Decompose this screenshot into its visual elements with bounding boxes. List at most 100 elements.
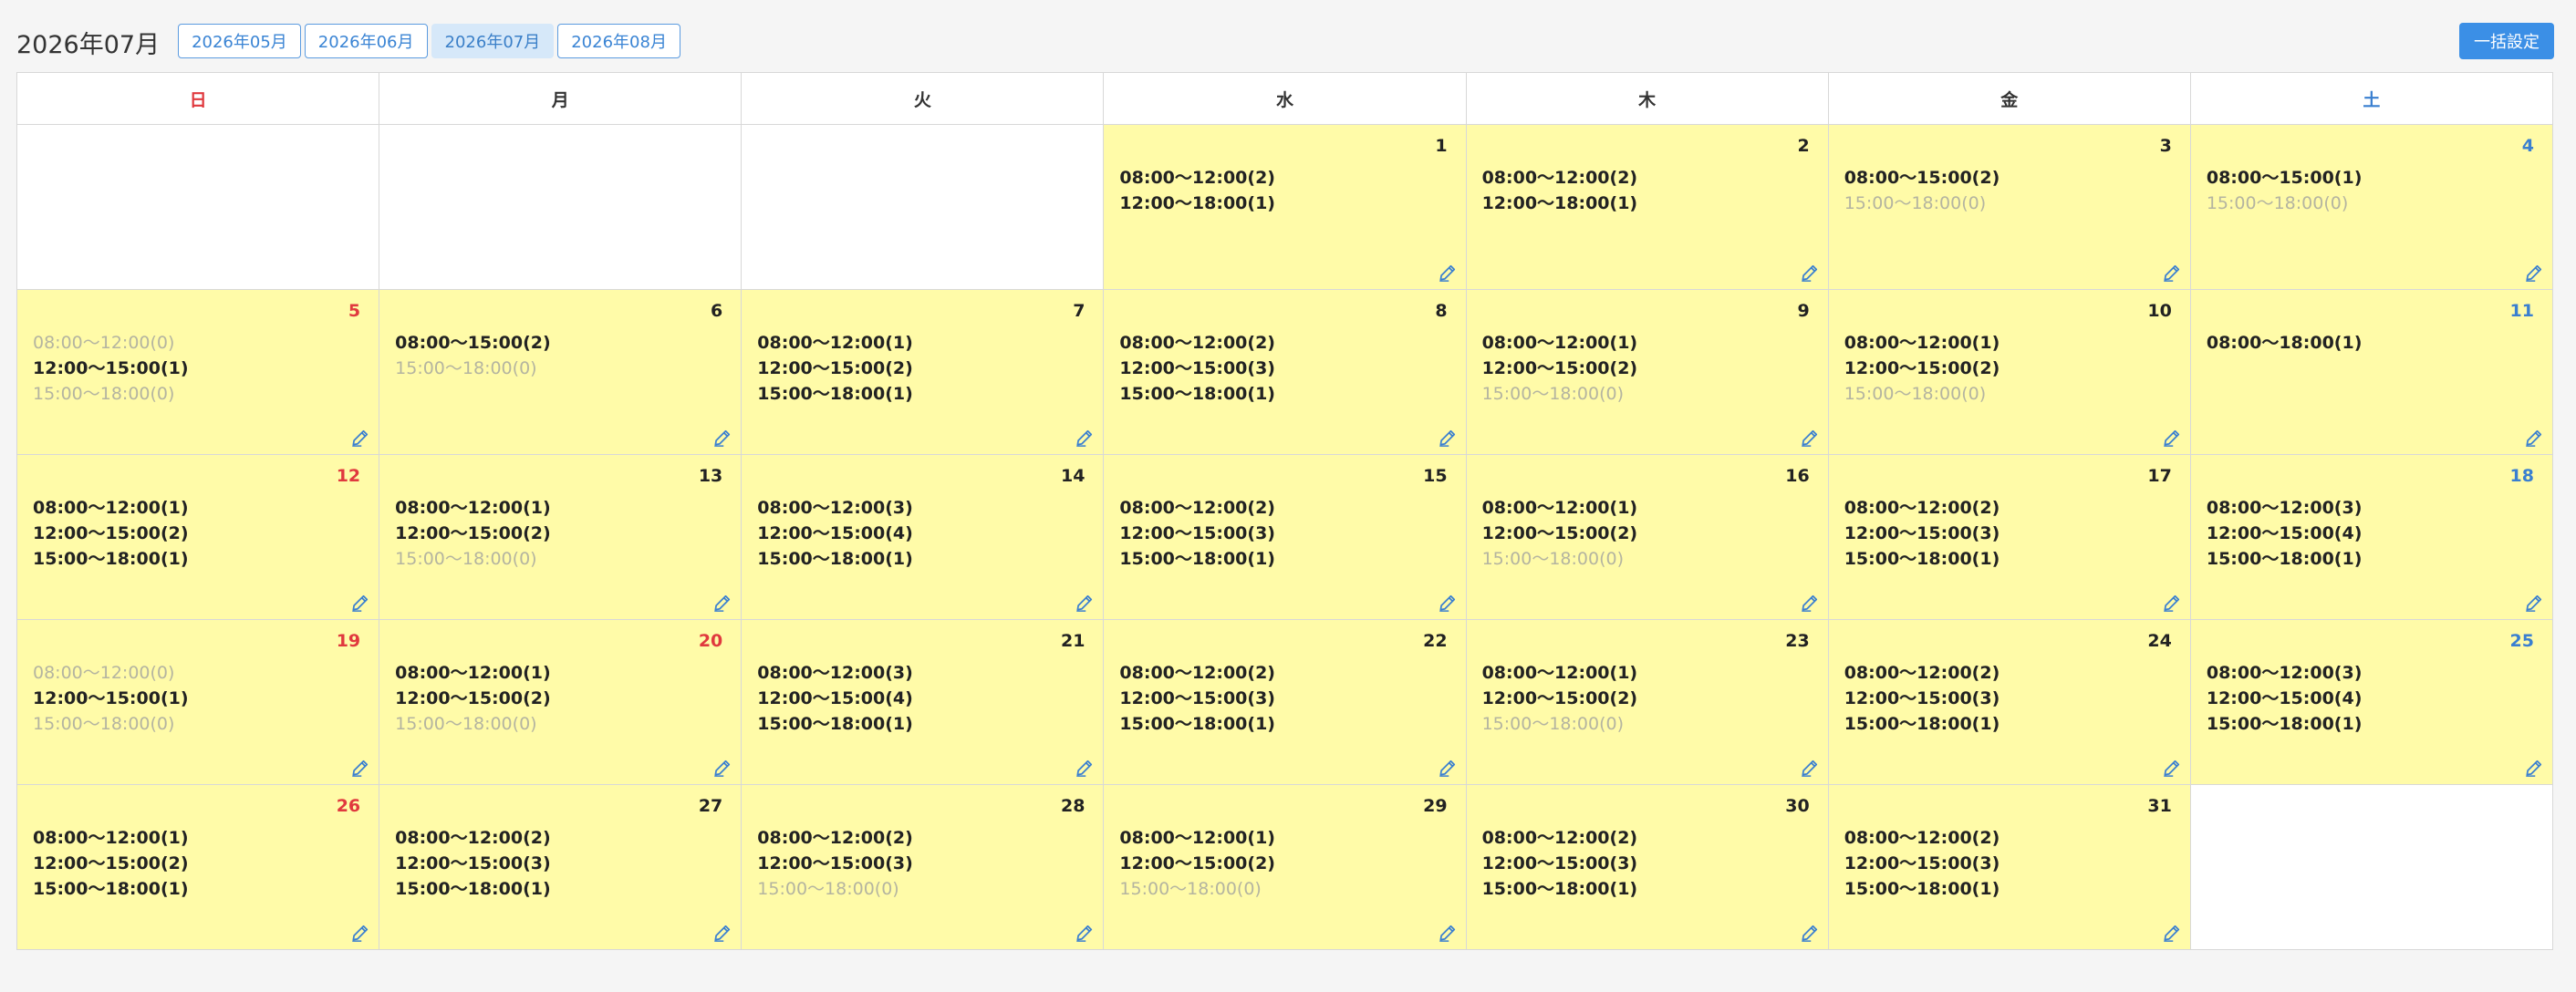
day-number: 19 bbox=[336, 631, 361, 651]
edit-pencil-icon[interactable] bbox=[713, 759, 732, 777]
time-slot-list: 08:00～12:00(2) 12:00～15:00(3) 15:00～18:00(… bbox=[757, 825, 913, 902]
edit-pencil-icon[interactable] bbox=[1075, 594, 1094, 612]
time-slot: 15:00～18:00(0) bbox=[1481, 714, 1624, 734]
time-slot: 12:00～15:00(4) bbox=[757, 523, 913, 543]
time-slot-list: 08:00～12:00(2) 12:00～18:00(1) bbox=[1482, 165, 1638, 216]
time-slot: 08:00～12:00(2) bbox=[395, 828, 551, 848]
time-slot: 15:00～18:00(1) bbox=[1119, 714, 1275, 734]
time-slot: 08:00～12:00(3) bbox=[757, 663, 913, 683]
current-month-title: 2026年07月 bbox=[16, 30, 161, 59]
edit-pencil-icon[interactable] bbox=[2525, 264, 2543, 282]
edit-pencil-icon[interactable] bbox=[2525, 759, 2543, 777]
calendar-toolbar: 2026年07月 2026年05月 2026年06月 2026年07月 2026… bbox=[16, 20, 2554, 62]
time-slot: 08:00～12:00(2) bbox=[1119, 168, 1275, 188]
edit-pencil-icon[interactable] bbox=[2163, 429, 2181, 447]
day-number: 23 bbox=[1785, 631, 1810, 651]
day-number: 9 bbox=[1797, 301, 1810, 321]
edit-pencil-icon[interactable] bbox=[2163, 264, 2181, 282]
time-slot: 15:00～18:00(0) bbox=[1119, 879, 1262, 899]
time-slot: 12:00～15:00(2) bbox=[33, 853, 189, 873]
edit-pencil-icon[interactable] bbox=[2525, 429, 2543, 447]
time-slot: 12:00～15:00(3) bbox=[1844, 853, 2000, 873]
time-slot: 08:00～12:00(1) bbox=[395, 663, 551, 683]
edit-pencil-icon[interactable] bbox=[351, 924, 369, 942]
bulk-settings-button[interactable]: 一括設定 bbox=[2459, 23, 2554, 59]
month-button-2026-08[interactable]: 2026年08月 bbox=[557, 24, 680, 58]
time-slot: 08:00～12:00(1) bbox=[1481, 498, 1638, 518]
edit-pencil-icon[interactable] bbox=[1801, 264, 1819, 282]
edit-pencil-icon[interactable] bbox=[2163, 594, 2181, 612]
edit-pencil-icon[interactable] bbox=[2163, 924, 2181, 942]
day-number: 11 bbox=[2509, 301, 2534, 321]
edit-pencil-icon[interactable] bbox=[1801, 429, 1819, 447]
day-cell: 18 08:00～12:00(3) 12:00～15:00(4) 15:00～18:0… bbox=[2190, 455, 2553, 620]
weekday-header-saturday: 土 bbox=[2190, 73, 2553, 125]
time-slot-list: 08:00～15:00(2) 15:00～18:00(0) bbox=[395, 330, 551, 381]
time-slot-list: 08:00～15:00(1) 15:00～18:00(0) bbox=[2207, 165, 2363, 216]
time-slot-list: 08:00～12:00(1) 12:00～15:00(2) 15:00～18:00(… bbox=[1482, 660, 1638, 737]
empty-day-cell bbox=[17, 125, 380, 290]
time-slot: 08:00～12:00(2) bbox=[1481, 828, 1638, 848]
time-slot: 15:00～18:00(1) bbox=[2206, 714, 2363, 734]
empty-day-cell bbox=[379, 125, 743, 290]
edit-pencil-icon[interactable] bbox=[1439, 264, 1457, 282]
edit-pencil-icon[interactable] bbox=[351, 759, 369, 777]
time-slot: 08:00～15:00(2) bbox=[395, 333, 551, 353]
day-cell: 28 08:00～12:00(2) 12:00～15:00(3) 15:00～18:0… bbox=[742, 785, 1105, 950]
edit-pencil-icon[interactable] bbox=[713, 924, 732, 942]
day-cell: 7 08:00～12:00(1) 12:00～15:00(2) 15:00～18:00… bbox=[742, 290, 1105, 455]
day-cell: 3 08:00～15:00(2) 15:00～18:00(0) bbox=[1828, 125, 2191, 290]
day-number: 25 bbox=[2509, 631, 2534, 651]
time-slot-list: 08:00～12:00(2) 12:00～15:00(3) 15:00～18:00(… bbox=[1844, 660, 2000, 737]
time-slot: 12:00～15:00(2) bbox=[1481, 523, 1638, 543]
time-slot: 08:00～12:00(0) bbox=[33, 333, 175, 353]
weekday-header-monday: 月 bbox=[379, 73, 743, 125]
edit-pencil-icon[interactable] bbox=[1075, 429, 1094, 447]
time-slot: 15:00～18:00(1) bbox=[1481, 879, 1638, 899]
edit-pencil-icon[interactable] bbox=[2163, 759, 2181, 777]
edit-pencil-icon[interactable] bbox=[1801, 924, 1819, 942]
time-slot: 12:00～15:00(2) bbox=[395, 688, 551, 708]
time-slot-list: 08:00～12:00(1) 12:00～15:00(2) 15:00～18:00(… bbox=[395, 495, 551, 572]
day-cell: 27 08:00～12:00(2) 12:00～15:00(3) 15:00～18:0… bbox=[379, 785, 743, 950]
time-slot: 12:00～15:00(4) bbox=[757, 688, 913, 708]
time-slot: 12:00～15:00(2) bbox=[395, 523, 551, 543]
day-number: 18 bbox=[2509, 466, 2534, 486]
time-slot: 15:00～18:00(0) bbox=[33, 714, 175, 734]
time-slot: 08:00～12:00(2) bbox=[1119, 333, 1275, 353]
time-slot: 15:00～18:00(1) bbox=[395, 879, 551, 899]
edit-pencil-icon[interactable] bbox=[2525, 594, 2543, 612]
day-cell: 12 08:00～12:00(1) 12:00～15:00(2) 15:00～18:0… bbox=[17, 455, 380, 620]
edit-pencil-icon[interactable] bbox=[1075, 924, 1094, 942]
edit-pencil-icon[interactable] bbox=[1439, 429, 1457, 447]
edit-pencil-icon[interactable] bbox=[1801, 759, 1819, 777]
day-cell: 5 08:00～12:00(0) 12:00～15:00(1) 15:00～18:00… bbox=[17, 290, 380, 455]
edit-pencil-icon[interactable] bbox=[1439, 759, 1457, 777]
time-slot: 08:00～12:00(3) bbox=[2206, 498, 2363, 518]
month-button-2026-05[interactable]: 2026年05月 bbox=[178, 24, 301, 58]
edit-pencil-icon[interactable] bbox=[351, 594, 369, 612]
edit-pencil-icon[interactable] bbox=[1439, 594, 1457, 612]
day-number: 20 bbox=[698, 631, 723, 651]
day-cell: 11 08:00～18:00(1) bbox=[2190, 290, 2553, 455]
time-slot: 12:00～15:00(4) bbox=[2206, 688, 2363, 708]
edit-pencil-icon[interactable] bbox=[713, 429, 732, 447]
time-slot-list: 08:00～12:00(1) 12:00～15:00(2) 15:00～18:00(… bbox=[33, 825, 189, 902]
empty-day-cell bbox=[742, 125, 1105, 290]
month-button-2026-06[interactable]: 2026年06月 bbox=[304, 24, 428, 58]
edit-pencil-icon[interactable] bbox=[1075, 759, 1094, 777]
edit-pencil-icon[interactable] bbox=[713, 594, 732, 612]
month-button-2026-07[interactable]: 2026年07月 bbox=[431, 24, 555, 58]
day-number: 12 bbox=[336, 466, 361, 486]
time-slot: 08:00～12:00(3) bbox=[757, 498, 913, 518]
time-slot: 15:00～18:00(0) bbox=[757, 879, 899, 899]
time-slot: 15:00～18:00(1) bbox=[757, 549, 913, 569]
edit-pencil-icon[interactable] bbox=[1439, 924, 1457, 942]
weekday-header-wednesday: 水 bbox=[1104, 73, 1467, 125]
time-slot-list: 08:00～12:00(3) 12:00～15:00(4) 15:00～18:00(… bbox=[2207, 495, 2363, 572]
edit-pencil-icon[interactable] bbox=[1801, 594, 1819, 612]
time-slot: 12:00～15:00(1) bbox=[33, 688, 189, 708]
time-slot: 12:00～15:00(3) bbox=[1844, 523, 2000, 543]
time-slot: 12:00～15:00(3) bbox=[757, 853, 913, 873]
edit-pencil-icon[interactable] bbox=[351, 429, 369, 447]
